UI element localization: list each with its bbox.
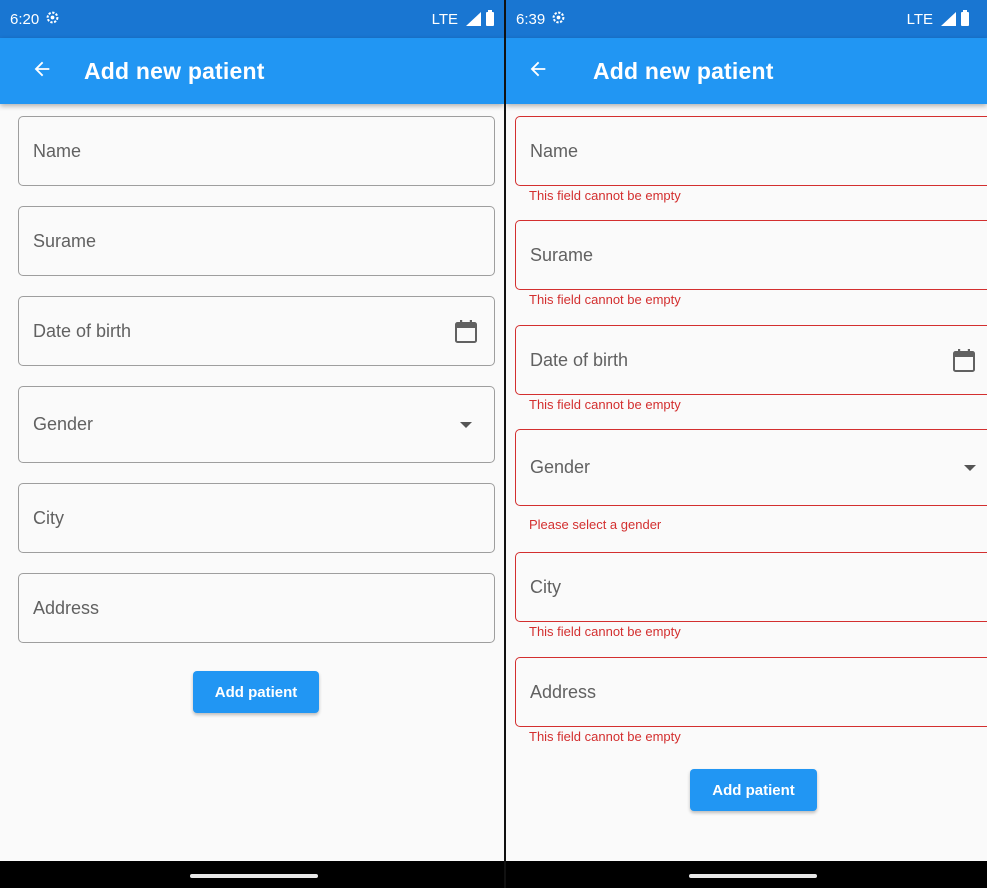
address-field-label: Address	[33, 597, 100, 618]
navigation-bar	[0, 861, 504, 888]
add-patient-button[interactable]: Add patient	[193, 671, 319, 713]
calendar-icon[interactable]	[454, 318, 478, 344]
date-of-birth-error-message: This field cannot be empty	[529, 397, 681, 412]
back-button[interactable]	[518, 51, 558, 91]
city-field-label: City	[530, 576, 561, 597]
name-field-label: Name	[33, 140, 82, 161]
settings-gear-icon	[551, 10, 566, 29]
status-time-group: 6:20	[10, 10, 60, 29]
status-time: 6:39	[516, 10, 546, 28]
city-field[interactable]: City	[515, 552, 987, 622]
name-error-message: This field cannot be empty	[529, 188, 681, 203]
app-bar: Add new patient	[506, 38, 987, 104]
arrow-left-icon	[31, 58, 53, 85]
app-bar: Add new patient	[0, 38, 504, 104]
gender-select[interactable]: Gender	[515, 429, 987, 506]
surname-error-message: This field cannot be empty	[529, 292, 681, 307]
surname-field[interactable]: Surame	[515, 220, 987, 290]
page-title: Add new patient	[593, 57, 774, 84]
city-error-message: This field cannot be empty	[529, 624, 681, 639]
back-button[interactable]	[22, 51, 62, 91]
navigation-bar	[506, 861, 987, 888]
gender-error-message: Please select a gender	[529, 517, 662, 532]
address-field[interactable]: Address	[515, 657, 987, 727]
calendar-icon[interactable]	[952, 347, 976, 373]
city-field-label: City	[33, 507, 64, 528]
arrow-left-icon	[527, 58, 549, 85]
date-of-birth-field[interactable]: Date of birth	[18, 296, 495, 366]
phone-screen-validation-errors: 6:39 LTE Add new patient Name This field…	[506, 0, 987, 888]
home-handle[interactable]	[689, 874, 817, 878]
address-field[interactable]: Address	[18, 573, 495, 643]
home-handle[interactable]	[190, 874, 318, 878]
status-time: 6:20	[10, 10, 40, 28]
status-time-group: 6:39	[516, 10, 566, 29]
status-indicators: LTE	[906, 10, 969, 28]
add-patient-button[interactable]: Add patient	[690, 769, 817, 811]
status-bar: 6:20 LTE	[0, 0, 504, 38]
network-type: LTE	[906, 10, 933, 28]
surname-field[interactable]: Surame	[18, 206, 495, 276]
address-error-message: This field cannot be empty	[529, 729, 681, 744]
name-field[interactable]: Name	[18, 116, 495, 186]
settings-gear-icon	[45, 10, 60, 29]
date-of-birth-field[interactable]: Date of birth	[515, 325, 987, 395]
signal-icon	[466, 12, 481, 26]
gender-select-label: Gender	[33, 414, 94, 434]
city-field[interactable]: City	[18, 483, 495, 553]
gender-select[interactable]: Gender	[18, 386, 495, 463]
battery-icon	[961, 10, 969, 26]
status-bar: 6:39 LTE	[506, 0, 987, 38]
battery-icon	[486, 10, 494, 26]
network-type: LTE	[431, 10, 458, 28]
dropdown-arrow-icon	[964, 464, 976, 471]
screens-container: 6:20 LTE Add new patient Name Surame Dat…	[0, 0, 987, 888]
page-title: Add new patient	[84, 57, 265, 84]
date-of-birth-field-label: Date of birth	[530, 349, 629, 370]
status-indicators: LTE	[431, 10, 494, 28]
gender-select-label: Gender	[530, 457, 591, 477]
name-field-label: Name	[530, 140, 579, 161]
name-field[interactable]: Name	[515, 116, 987, 186]
surname-field-label: Surame	[33, 230, 97, 251]
dropdown-arrow-icon	[460, 421, 472, 428]
address-field-label: Address	[530, 681, 597, 702]
signal-icon	[941, 12, 956, 26]
phone-screen-empty-form: 6:20 LTE Add new patient Name Surame Dat…	[0, 0, 504, 888]
surname-field-label: Surame	[530, 244, 594, 265]
date-of-birth-field-label: Date of birth	[33, 320, 132, 341]
